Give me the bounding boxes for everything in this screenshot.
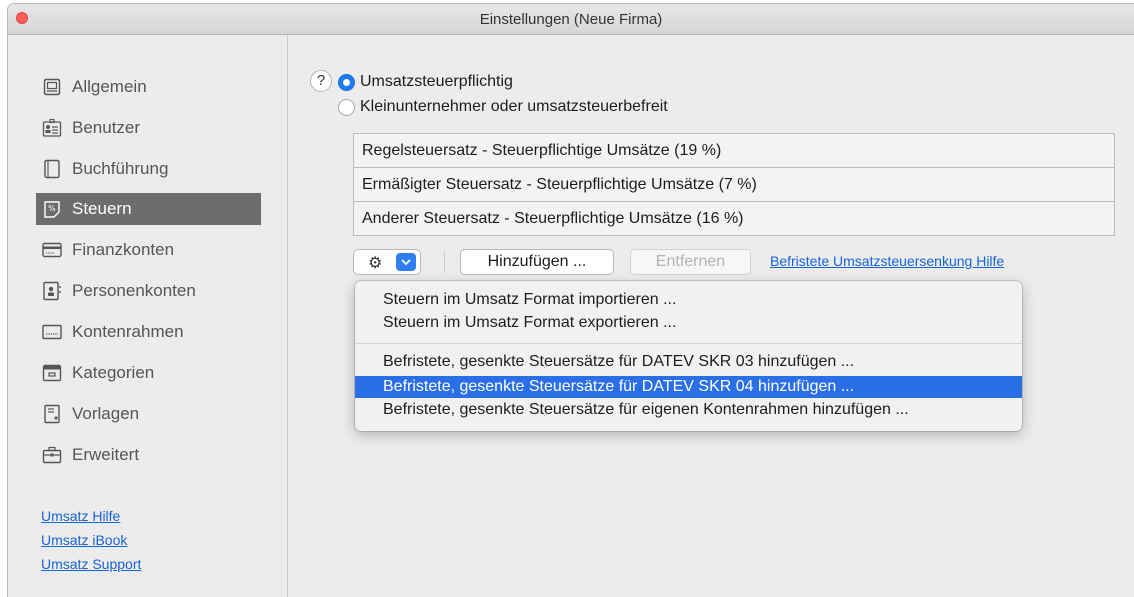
sidebar-item-label: Personenkonten [72, 281, 196, 300]
tax-settings-pane: ? Umsatzsteuerpflichtig Kleinunternehmer… [288, 35, 1134, 597]
sidebar-item-buchfuehrung[interactable]: Buchführung [36, 153, 261, 185]
book-icon [42, 159, 62, 179]
sidebar-item-vorlagen[interactable]: Vorlagen [36, 398, 261, 430]
radio-label: Kleinunternehmer oder umsatzsteuerbefrei… [360, 98, 668, 115]
radio-selected-icon[interactable] [338, 73, 355, 91]
menu-item-skr03[interactable]: Befristete, gesenkte Steuersätze für DAT… [355, 351, 1022, 373]
sidebar: Allgemein Benutzer Buchführung % Steuern… [8, 35, 288, 597]
toolbox-icon [42, 445, 62, 465]
sidebar-item-finanzkonten[interactable]: Finanzkonten [36, 234, 261, 266]
add-button[interactable]: Hinzufügen ... [460, 249, 614, 275]
toolbar-divider [444, 251, 445, 273]
menu-item-import[interactable]: Steuern im Umsatz Format importieren ... [355, 289, 1022, 311]
tax-reduction-help-link[interactable]: Befristete Umsatzsteuersenkung Hilfe [770, 253, 1004, 269]
sidebar-item-kontenrahmen[interactable]: Kontenrahmen [36, 316, 261, 348]
list-item[interactable]: Ermäßigter Steuersatz - Steuerpflichtige… [354, 168, 1114, 202]
sidebar-item-label: Erweitert [72, 445, 140, 464]
sidebar-item-erweitert[interactable]: Erweitert [36, 439, 261, 471]
umsatz-support-link[interactable]: Umsatz Support [41, 556, 141, 572]
help-button[interactable]: ? [310, 70, 332, 92]
sidebar-item-personenkonten[interactable]: Personenkonten [36, 275, 261, 307]
umsatz-hilfe-link[interactable]: Umsatz Hilfe [41, 508, 141, 524]
sidebar-item-label: Finanzkonten [72, 240, 175, 259]
radio-umsatzsteuerpflichtig[interactable]: Umsatzsteuerpflichtig [338, 73, 513, 91]
tax-icon: % [42, 199, 62, 219]
sidebar-item-label: Vorlagen [72, 404, 140, 423]
radio-kleinunternehmer[interactable]: Kleinunternehmer oder umsatzsteuerbefrei… [338, 98, 668, 116]
sidebar-item-allgemein[interactable]: Allgemein [36, 71, 261, 103]
window-icon [42, 77, 62, 97]
remove-button[interactable]: Entfernen [630, 249, 751, 275]
menu-item-custom-chart[interactable]: Befristete, gesenkte Steuersätze für eig… [355, 399, 1022, 421]
help-links: Umsatz Hilfe Umsatz iBook Umsatz Support [41, 508, 141, 580]
sidebar-item-label: Kategorien [72, 363, 155, 382]
sidebar-item-kategorien[interactable]: Kategorien [36, 357, 261, 389]
action-menu-button[interactable]: ⚙ [353, 249, 421, 275]
card-icon [42, 240, 62, 260]
list-item[interactable]: Anderer Steuersatz - Steuerpflichtige Um… [354, 202, 1114, 235]
svg-text:%: % [48, 204, 56, 213]
contacts-icon [42, 281, 62, 301]
menu-item-export[interactable]: Steuern im Umsatz Format exportieren ... [355, 312, 1022, 334]
chevron-down-icon [396, 253, 416, 271]
radio-unselected-icon[interactable] [338, 98, 355, 116]
window-title: Einstellungen (Neue Firma) [479, 11, 663, 28]
sidebar-item-label: Buchführung [72, 159, 169, 178]
sidebar-item-label: Benutzer [72, 118, 141, 137]
sidebar-item-steuern[interactable]: % Steuern [36, 193, 261, 225]
sidebar-item-benutzer[interactable]: Benutzer [36, 112, 261, 144]
menu-item-skr04[interactable]: Befristete, gesenkte Steuersätze für DAT… [355, 376, 1022, 398]
tray-icon [42, 363, 62, 383]
gear-icon: ⚙ [368, 255, 383, 272]
template-icon [42, 404, 62, 424]
list-item[interactable]: Regelsteuersatz - Steuerpflichtige Umsät… [354, 134, 1114, 168]
title-bar: Einstellungen (Neue Firma) [8, 4, 1134, 35]
umsatz-ibook-link[interactable]: Umsatz iBook [41, 532, 141, 548]
tax-rates-list: Regelsteuersatz - Steuerpflichtige Umsät… [353, 133, 1115, 236]
sidebar-item-label: Kontenrahmen [72, 322, 184, 341]
action-dropdown-menu: Steuern im Umsatz Format importieren ...… [355, 281, 1022, 431]
chart-of-accounts-icon [42, 322, 62, 342]
preferences-window: Einstellungen (Neue Firma) Allgemein Ben… [8, 4, 1134, 597]
sidebar-item-label: Steuern [72, 199, 132, 218]
radio-label: Umsatzsteuerpflichtig [360, 73, 513, 90]
users-icon [42, 118, 62, 138]
sidebar-item-label: Allgemein [72, 77, 147, 96]
tax-toolbar: ⚙ Hinzufügen ... Entfernen Befristete Um… [353, 249, 1134, 275]
menu-separator [355, 343, 1022, 344]
